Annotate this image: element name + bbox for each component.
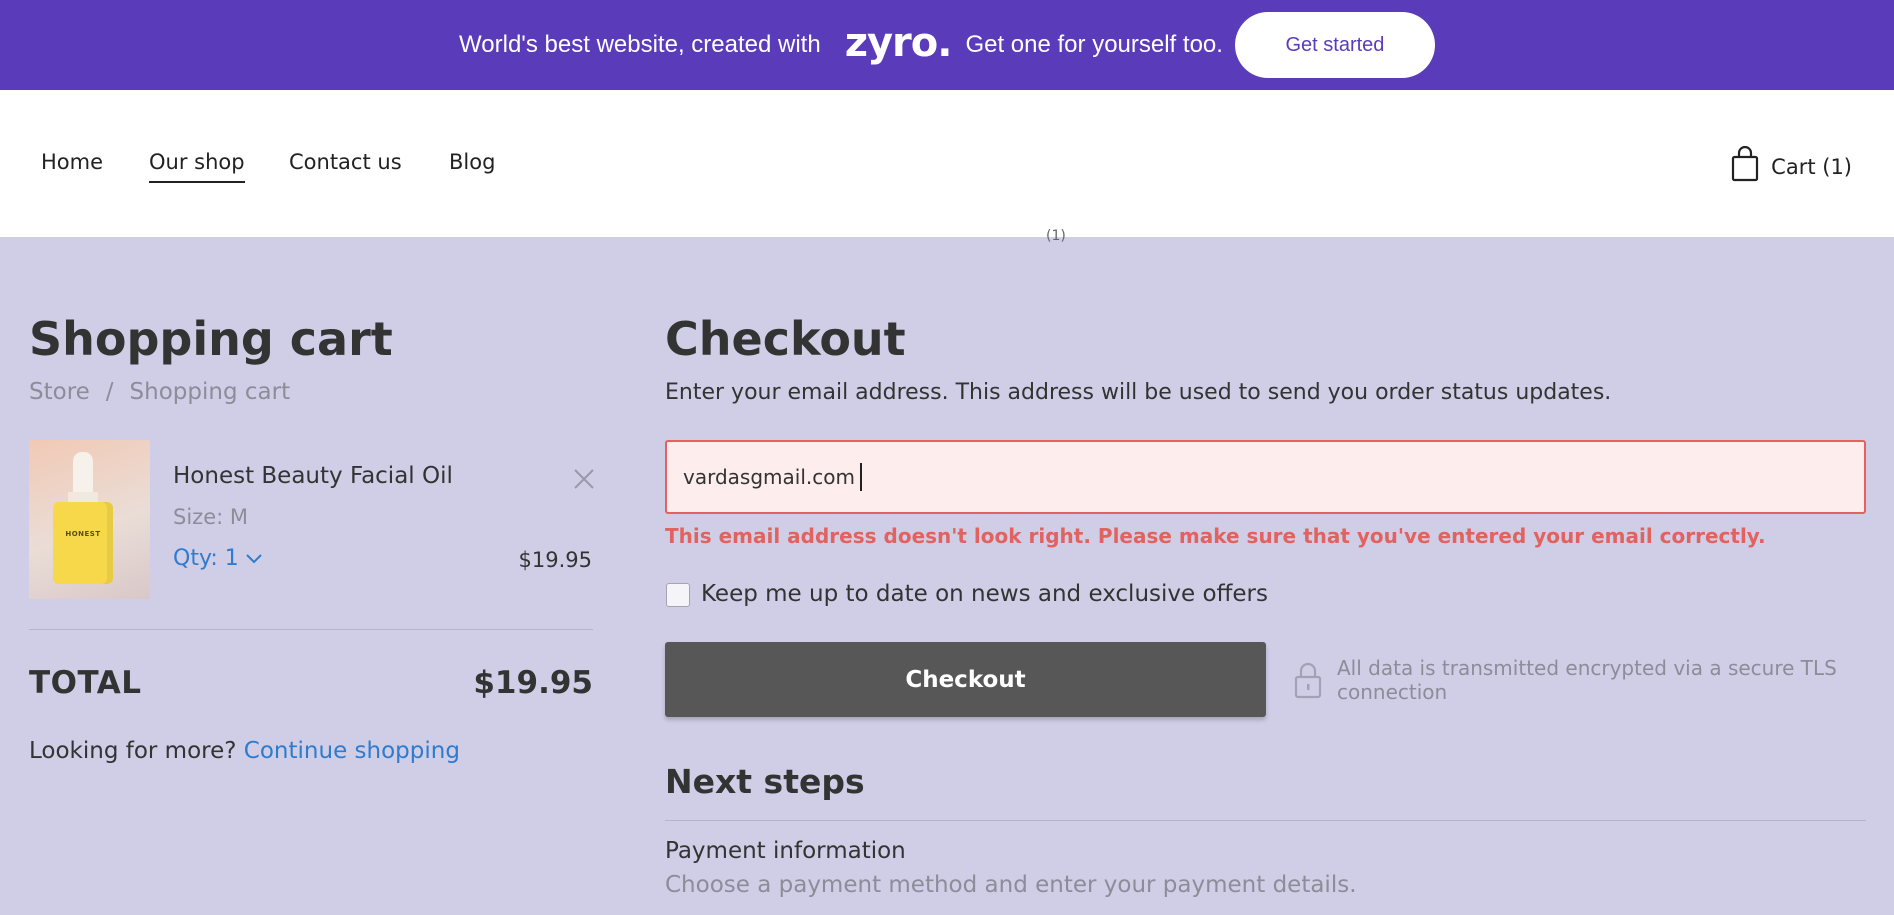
checkout-title: Checkout [665,312,906,366]
total-label: TOTAL [29,665,142,701]
remove-item-close-icon[interactable] [573,468,595,490]
product-price: $19.95 [518,548,592,572]
get-started-button[interactable]: Get started [1234,12,1435,78]
shopping-bag-icon [1731,145,1759,187]
nav-link-home[interactable]: Home [41,150,103,174]
bottle-body: HONEST [53,502,113,584]
product-image-label: HONEST [65,530,101,538]
nav-link-contact-us[interactable]: Contact us [289,150,402,174]
promo-banner: World's best website, created with zyro.… [0,0,1894,90]
checkout-button[interactable]: Checkout [665,642,1266,717]
payment-information-title: Payment information [665,838,906,864]
product-name[interactable]: Honest Beauty Facial Oil [173,463,453,489]
nav-link-blog[interactable]: Blog [449,150,495,174]
newsletter-label[interactable]: Keep me up to date on news and exclusive… [701,581,1268,607]
product-size: Size: M [173,505,248,529]
product-image[interactable]: HONEST [29,440,150,599]
next-steps-divider [665,820,1866,821]
breadcrumb: Store / Shopping cart [29,379,290,405]
secure-connection-note: All data is transmitted encrypted via a … [1337,656,1837,704]
page-index: (1) [1046,228,1066,244]
chevron-down-icon [245,546,263,571]
quantity-label: Qty: 1 [173,546,239,571]
payment-information-description: Choose a payment method and enter your p… [665,872,1357,898]
bottle-dropper [73,452,93,496]
promo-text-secondary: Get one for yourself too. [965,31,1223,58]
breadcrumb-separator: / [105,379,114,405]
next-steps-title: Next steps [665,762,865,801]
email-field[interactable] [665,440,1866,514]
nav-link-our-shop[interactable]: Our shop [149,150,245,183]
looking-for-more-text: Looking for more? [29,738,237,764]
newsletter-checkbox[interactable] [666,583,690,607]
looking-for-more: Looking for more? Continue shopping [29,738,460,764]
continue-shopping-link[interactable]: Continue shopping [244,738,460,764]
email-instructions: Enter your email address. This address w… [665,380,1612,405]
cart-label: Cart (1) [1771,154,1852,179]
lock-icon [1293,660,1323,700]
zyro-logo[interactable]: zyro. [845,20,953,66]
shopping-cart-title: Shopping cart [29,312,393,366]
quantity-dropdown[interactable]: Qty: 1 [173,546,263,571]
email-error-message: This email address doesn't look right. P… [665,524,1766,548]
cart-divider [29,629,593,630]
text-cursor [860,463,862,491]
main-nav: Home Our shop Contact us Blog Cart (1) [0,90,1894,237]
breadcrumb-store[interactable]: Store [29,379,90,405]
breadcrumb-shopping-cart: Shopping cart [129,379,291,405]
total-value: $19.95 [473,665,593,701]
promo-text: World's best website, created with [459,31,821,58]
cart-link[interactable]: Cart (1) [1731,145,1852,187]
